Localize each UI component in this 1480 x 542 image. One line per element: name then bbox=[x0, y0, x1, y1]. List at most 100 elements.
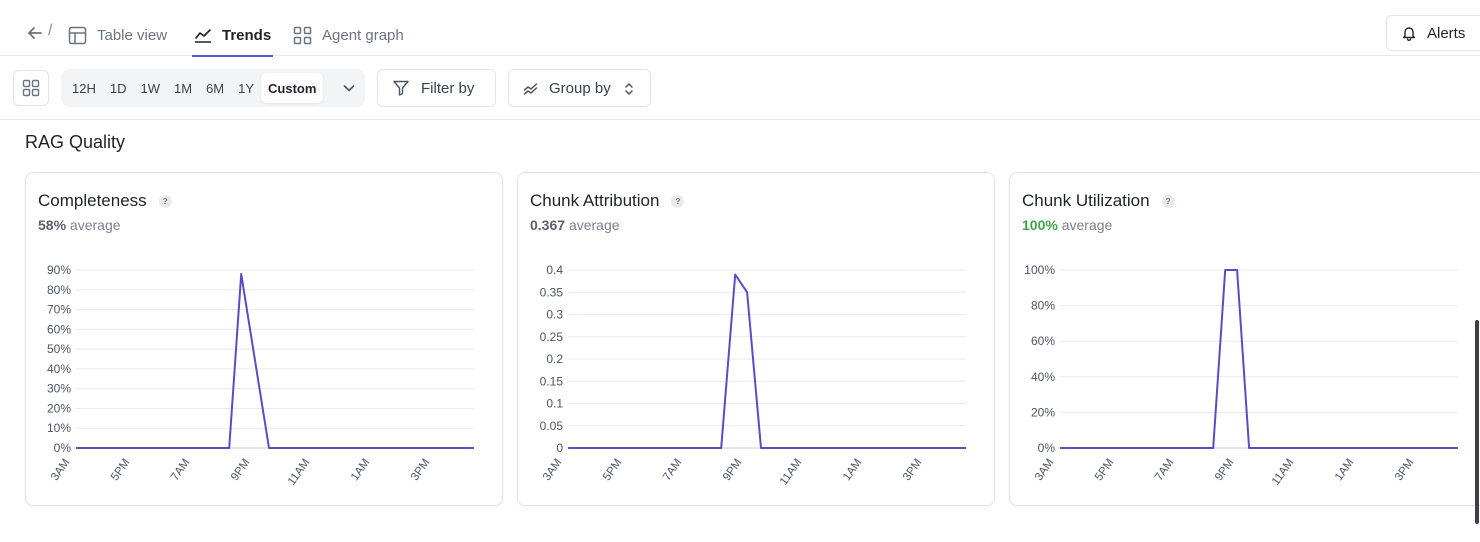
table-icon bbox=[68, 26, 87, 44]
alerts-label: Alerts bbox=[1427, 24, 1466, 42]
y-tick-label: 70% bbox=[47, 303, 71, 317]
x-tick-label: 7AM bbox=[169, 457, 192, 483]
x-tick-label: 3AM bbox=[1033, 457, 1056, 483]
group-by-button[interactable]: Group by bbox=[508, 69, 651, 107]
y-tick-label: 100% bbox=[1024, 263, 1055, 277]
metric-card-chunk-attribution: Chunk Attribution ? 0.367 average 0.4 0.3… bbox=[517, 172, 995, 506]
help-icon[interactable]: ? bbox=[671, 194, 685, 208]
x-tick-label: 9PM bbox=[721, 457, 744, 483]
x-tick-label: 1AM bbox=[349, 457, 372, 483]
y-tick-label: 0.25 bbox=[540, 330, 564, 344]
range-option-1m[interactable]: 1M bbox=[167, 73, 199, 103]
average-value: 100% bbox=[1022, 217, 1058, 233]
vertical-scrollbar[interactable] bbox=[1475, 320, 1479, 524]
average-label: average bbox=[69, 217, 121, 233]
chunk-attribution-chart: 0.4 0.35 0.3 0.25 0.2 0.15 0.1 0.05 0 3AM 5PM 7AM 9P… bbox=[540, 263, 967, 488]
layout-toggle-button[interactable] bbox=[13, 70, 49, 106]
chevron-down-icon[interactable] bbox=[341, 80, 357, 96]
y-tick-label: 80% bbox=[1031, 299, 1055, 313]
filter-by-button[interactable]: Filter by bbox=[377, 69, 496, 107]
alerts-button[interactable]: Alerts bbox=[1386, 15, 1480, 51]
tab-label: Trends bbox=[222, 26, 272, 44]
y-tick-label: 50% bbox=[47, 342, 71, 356]
y-tick-label: 0.15 bbox=[540, 374, 564, 388]
average-label: average bbox=[568, 217, 620, 233]
y-tick-label: 0.05 bbox=[540, 419, 564, 433]
completeness-chart: 90% 80% 70% 60% 50% 40% 30% 20% 10% 0% 3AM 5PM 7AM 9P… bbox=[47, 263, 475, 488]
x-tick-label: 9PM bbox=[1213, 457, 1236, 483]
y-tick-label: 10% bbox=[47, 421, 71, 435]
tab-label: Table view bbox=[97, 26, 168, 44]
metric-card-chunk-utilization: Chunk Utilization ? 100% average 100% 80%… bbox=[1009, 172, 1480, 506]
grid-icon bbox=[22, 79, 40, 97]
x-tick-label: 1AM bbox=[841, 457, 864, 483]
chunk-utilization-chart: 100% 80% 60% 40% 20% 0% 3AM 5PM 7AM 9PM 11AM 1AM 3PM bbox=[1024, 263, 1459, 488]
tab-agent-graph[interactable]: Agent graph bbox=[291, 14, 406, 56]
average-value: 0.367 bbox=[530, 217, 566, 233]
filter-icon bbox=[393, 80, 409, 96]
y-tick-label: 0.1 bbox=[546, 397, 563, 411]
average-label: average bbox=[1061, 217, 1113, 233]
x-tick-label: 5PM bbox=[601, 457, 624, 483]
y-tick-label: 30% bbox=[47, 382, 71, 396]
y-tick-label: 0% bbox=[54, 441, 72, 455]
series-line bbox=[1060, 269, 1458, 449]
y-tick-label: 60% bbox=[1031, 334, 1055, 348]
filter-label: Filter by bbox=[421, 79, 475, 97]
card-title: Chunk Attribution bbox=[530, 191, 660, 210]
y-tick-label: 90% bbox=[47, 263, 71, 277]
range-option-1w[interactable]: 1W bbox=[133, 73, 167, 103]
tab-label: Agent graph bbox=[322, 26, 404, 44]
card-average: 0.367 average bbox=[530, 217, 620, 233]
card-average: 58% average bbox=[38, 217, 121, 233]
y-tick-label: 0.4 bbox=[546, 263, 563, 277]
y-tick-label: 0.35 bbox=[540, 285, 564, 299]
x-tick-label: 11AM bbox=[286, 457, 313, 488]
arrow-left-icon[interactable] bbox=[26, 24, 44, 42]
x-tick-label: 11AM bbox=[1270, 457, 1297, 488]
y-tick-label: 0.2 bbox=[546, 352, 563, 366]
range-option-12h[interactable]: 12H bbox=[65, 73, 103, 103]
group-chart-icon bbox=[523, 83, 538, 95]
card-title: Chunk Utilization bbox=[1022, 191, 1150, 210]
help-icon[interactable]: ? bbox=[158, 194, 172, 208]
graph-grid-icon bbox=[293, 26, 312, 44]
x-tick-label: 3PM bbox=[409, 457, 432, 483]
x-tick-label: 9PM bbox=[229, 457, 252, 483]
metric-card-completeness: Completeness ? 58% average 90% 80% 70% 60% 5… bbox=[25, 172, 503, 506]
range-option-6m[interactable]: 6M bbox=[199, 73, 231, 103]
x-tick-label: 5PM bbox=[109, 457, 132, 483]
x-tick-label: 7AM bbox=[1153, 457, 1176, 483]
y-tick-label: 40% bbox=[1031, 370, 1055, 384]
y-tick-label: 20% bbox=[1031, 405, 1055, 419]
y-tick-label: 0 bbox=[556, 441, 563, 455]
x-tick-label: 3PM bbox=[901, 457, 924, 483]
trend-line-icon bbox=[194, 29, 212, 43]
x-tick-label: 3AM bbox=[49, 457, 72, 483]
tab-table-view[interactable]: Table view bbox=[66, 14, 169, 56]
x-tick-label: 5PM bbox=[1093, 457, 1116, 483]
group-label: Group by bbox=[549, 79, 611, 97]
series-line bbox=[568, 273, 966, 449]
help-icon[interactable]: ? bbox=[1161, 194, 1175, 208]
card-average: 100% average bbox=[1022, 217, 1112, 233]
y-tick-label: 0.3 bbox=[546, 308, 563, 322]
x-tick-label: 7AM bbox=[661, 457, 684, 483]
range-option-1y[interactable]: 1Y bbox=[231, 73, 261, 103]
top-navigation: / Table view Trends Agent graph Alerts bbox=[0, 0, 1480, 57]
tab-trends[interactable]: Trends bbox=[192, 14, 274, 57]
x-tick-label: 1AM bbox=[1333, 457, 1356, 483]
breadcrumb-separator: / bbox=[48, 22, 53, 39]
y-tick-label: 0% bbox=[1038, 441, 1056, 455]
bell-icon bbox=[1403, 27, 1415, 41]
series-line bbox=[76, 273, 474, 449]
y-tick-label: 40% bbox=[47, 362, 71, 376]
range-option-1d[interactable]: 1D bbox=[103, 73, 134, 103]
toolbar: 12H 1D 1W 1M 6M 1Y Custom Filter by Group by bbox=[0, 56, 1480, 120]
range-option-custom[interactable]: Custom bbox=[261, 73, 324, 103]
x-tick-label: 3PM bbox=[1393, 457, 1416, 483]
x-tick-label: 3AM bbox=[541, 457, 564, 483]
card-title: Completeness bbox=[38, 191, 147, 210]
sort-updown-icon bbox=[625, 83, 633, 95]
average-value: 58% bbox=[38, 217, 67, 233]
